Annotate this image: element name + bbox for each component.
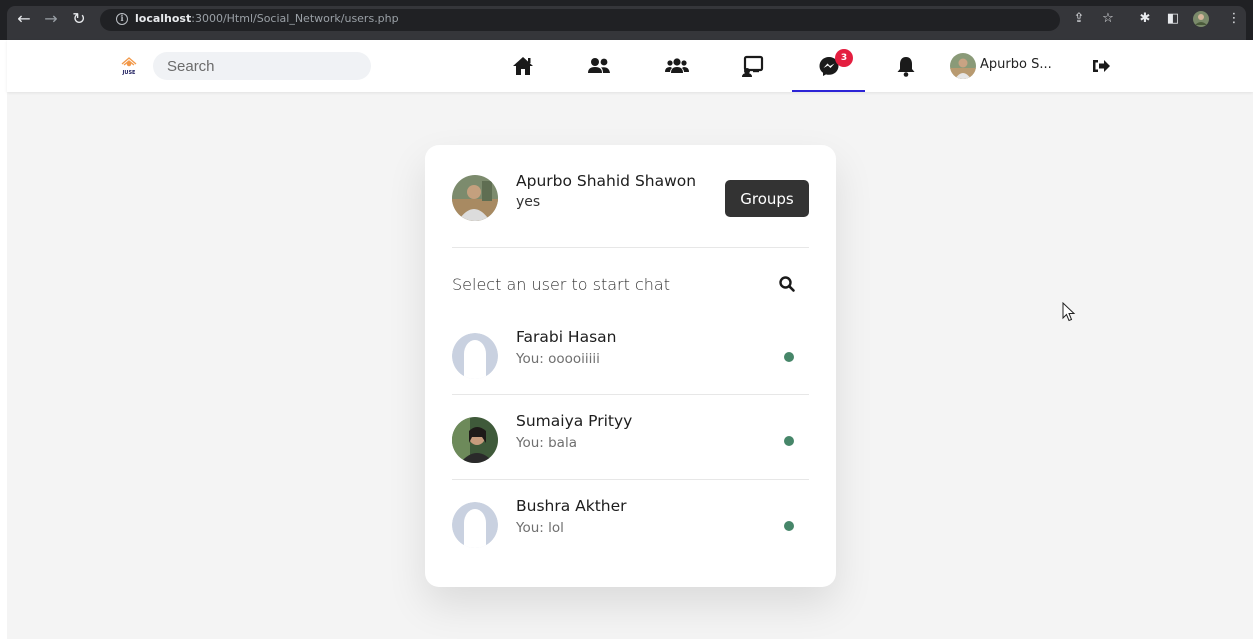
online-status-dot — [784, 521, 794, 531]
logout-icon[interactable] — [1087, 52, 1115, 80]
mouse-cursor-icon — [1062, 301, 1076, 322]
url-path: :3000/Html/Social_Network/users.php — [191, 12, 399, 25]
groups-button[interactable]: Groups — [725, 180, 809, 217]
active-tab-indicator — [792, 90, 865, 92]
last-message: You: ooooiiiii — [516, 351, 600, 367]
online-status-dot — [784, 436, 794, 446]
list-item[interactable]: Farabi Hasan You: ooooiiiii — [452, 328, 809, 418]
forward-arrow-icon[interactable]: → — [42, 10, 60, 28]
avatar — [452, 333, 498, 379]
url-host: localhost — [135, 12, 192, 25]
svg-text:JUSE: JUSE — [122, 70, 137, 76]
browser-chrome: ← → ↻ i localhost:3000/Html/Social_Netwo… — [0, 0, 1253, 40]
search-icon[interactable] — [778, 275, 796, 293]
menu-kebab-icon[interactable]: ⋮ — [1226, 11, 1242, 27]
chat-prompt: Select an user to start chat — [452, 275, 670, 294]
last-message: You: lol — [516, 520, 564, 536]
share-icon[interactable]: ⇪ — [1071, 11, 1087, 27]
current-user-status: yes — [516, 194, 541, 210]
bookmark-star-icon[interactable]: ☆ — [1100, 11, 1116, 27]
url-text[interactable]: localhost:3000/Html/Social_Network/users… — [135, 12, 399, 25]
home-icon[interactable] — [509, 52, 537, 80]
divider — [452, 247, 809, 248]
divider — [452, 394, 809, 395]
reload-icon[interactable]: ↻ — [70, 10, 88, 28]
juse-logo-icon[interactable]: JUSE — [118, 55, 140, 77]
watch-icon[interactable] — [739, 52, 767, 80]
bell-icon[interactable] — [892, 52, 920, 80]
groups-icon[interactable] — [663, 52, 691, 80]
list-item[interactable]: Sumaiya Prityy You: bala — [452, 412, 809, 502]
extensions-icon[interactable]: ✱ — [1137, 11, 1153, 27]
side-panel-icon[interactable]: ◧ — [1165, 11, 1181, 27]
user-name: Farabi Hasan — [516, 328, 617, 346]
top-navigation: JUSE 3 Apurbo S... — [7, 40, 1253, 92]
avatar — [452, 175, 498, 221]
avatar[interactable] — [950, 53, 976, 79]
chat-users-card: Apurbo Shahid Shawon yes Groups Select a… — [425, 145, 836, 587]
friends-icon[interactable] — [585, 52, 613, 80]
last-message: You: bala — [516, 435, 577, 451]
app-viewport: JUSE 3 Apurbo S... — [7, 40, 1253, 639]
divider — [452, 479, 809, 480]
list-item[interactable]: Bushra Akther You: lol — [452, 497, 809, 587]
online-status-dot — [784, 352, 794, 362]
back-arrow-icon[interactable]: ← — [15, 10, 33, 28]
nav-user-name[interactable]: Apurbo S... — [980, 57, 1052, 72]
messages-badge: 3 — [835, 49, 853, 67]
user-name: Bushra Akther — [516, 497, 627, 515]
user-name: Sumaiya Prityy — [516, 412, 633, 430]
avatar — [452, 417, 498, 463]
profile-avatar-icon[interactable] — [1193, 11, 1209, 32]
current-user-name: Apurbo Shahid Shawon — [516, 172, 697, 190]
search-input[interactable] — [153, 52, 371, 80]
avatar — [452, 502, 498, 548]
site-info-icon[interactable]: i — [116, 13, 128, 25]
